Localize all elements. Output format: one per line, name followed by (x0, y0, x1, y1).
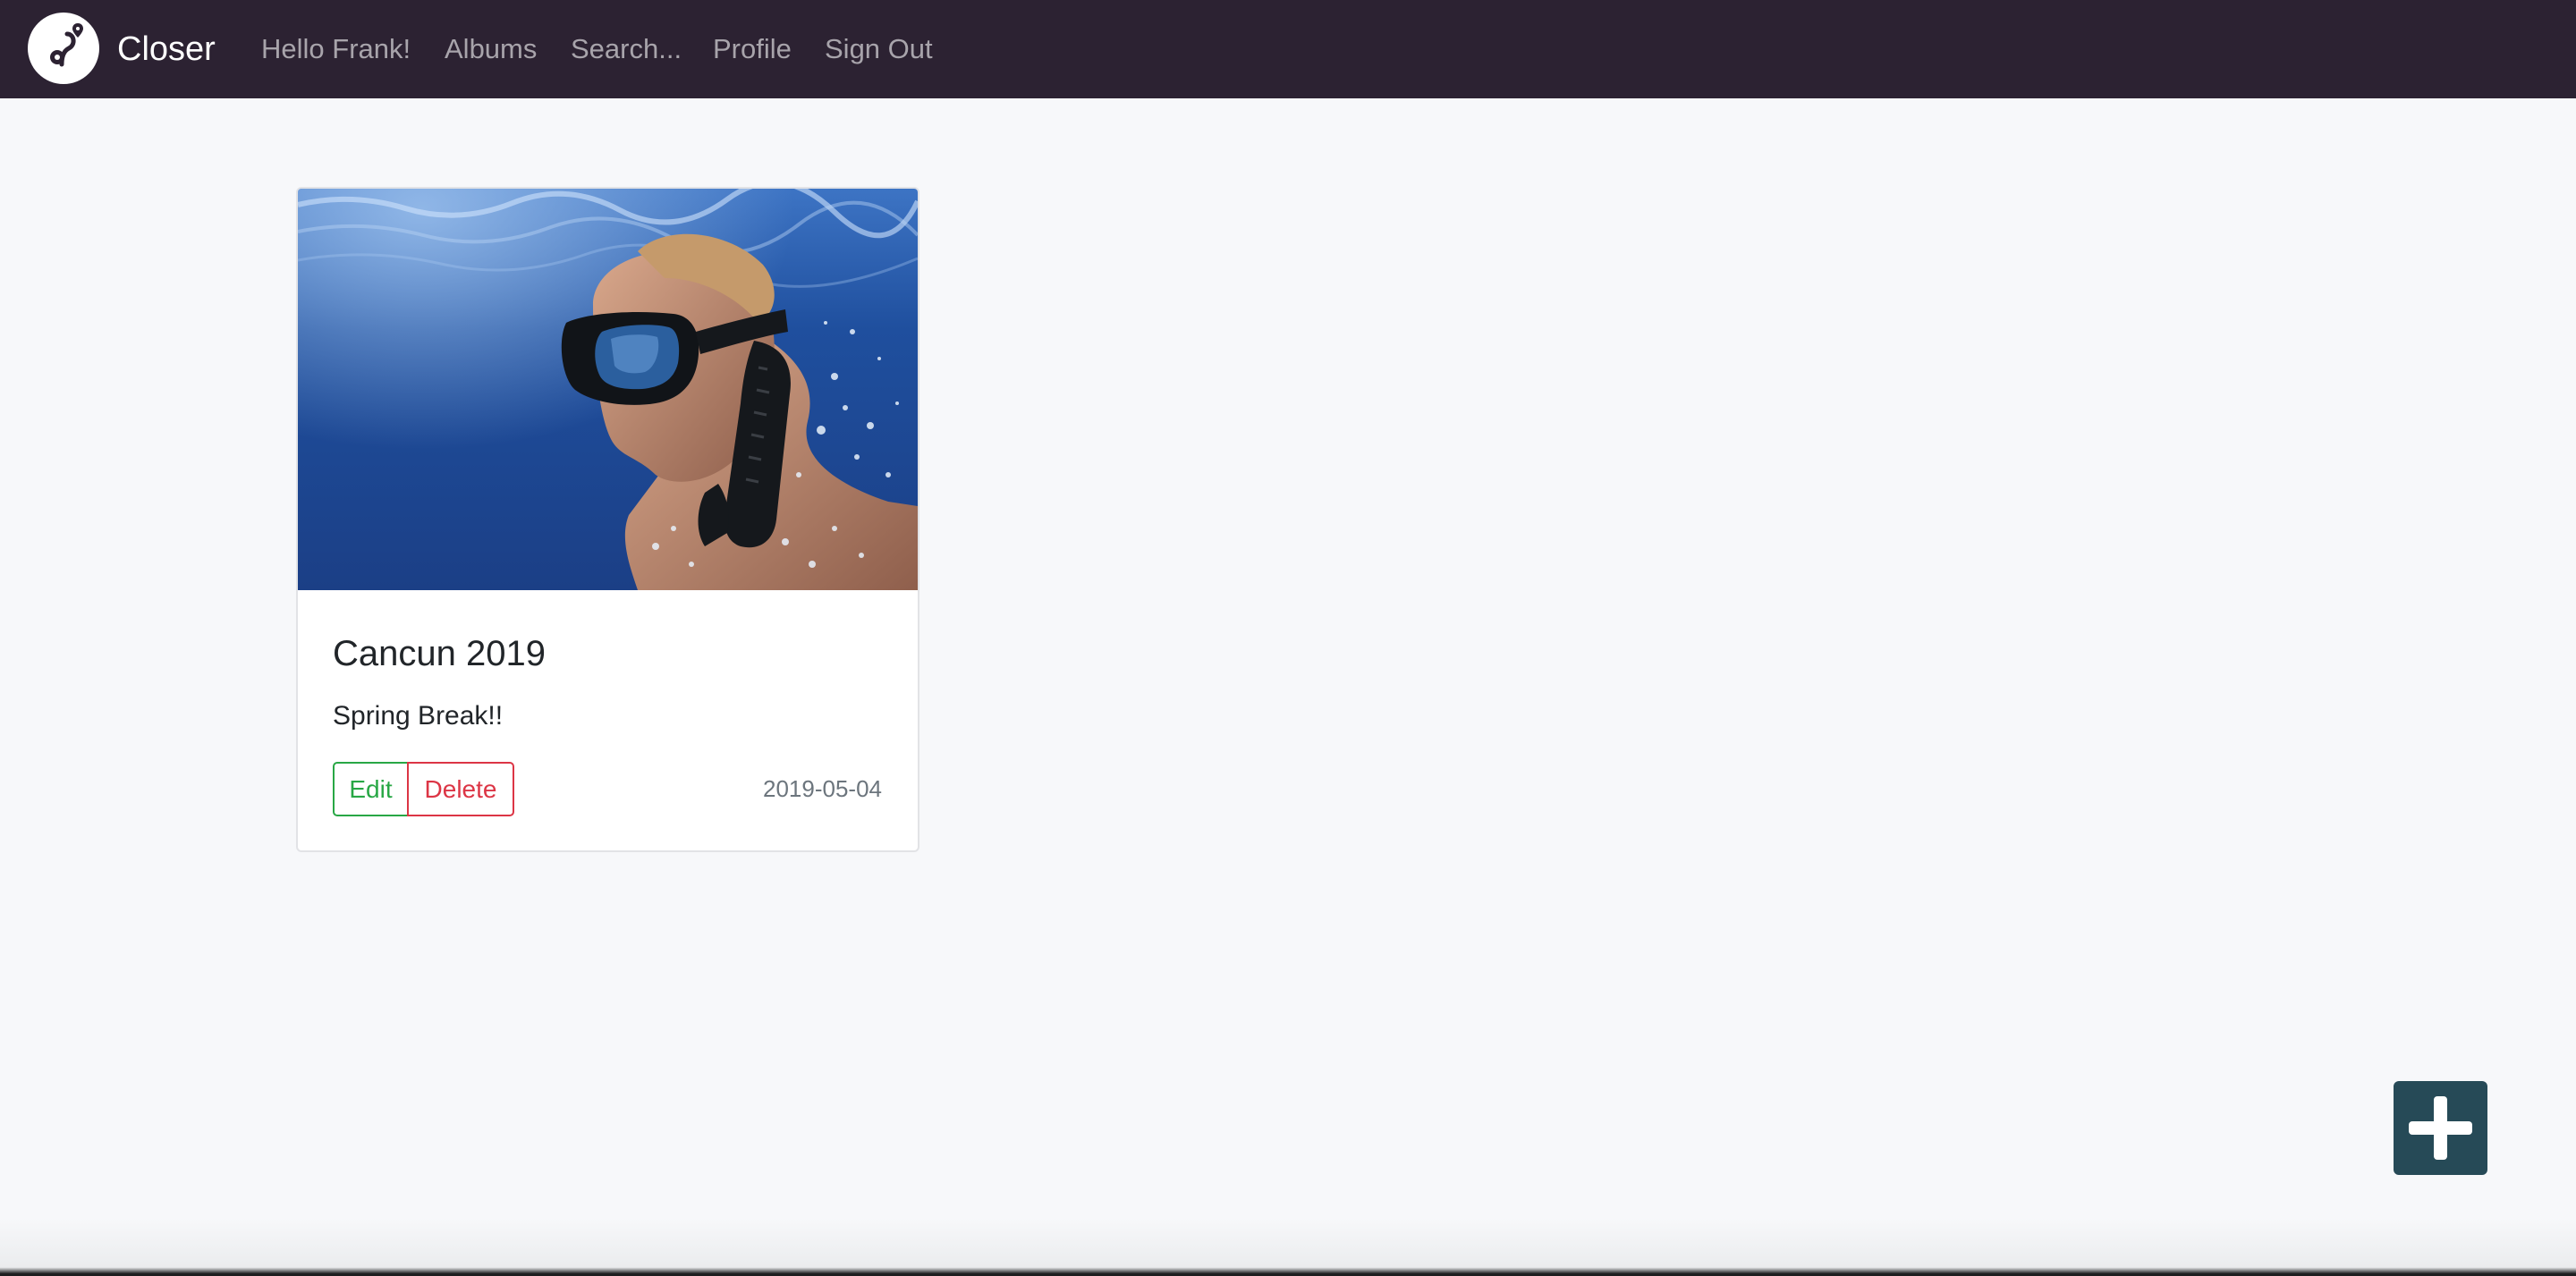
nav-link-greeting[interactable]: Hello Frank! (261, 29, 411, 70)
album-description: Spring Break!! (333, 701, 504, 731)
nav-link-profile[interactable]: Profile (713, 29, 792, 70)
top-navbar: Closer Hello Frank! Albums Search... Pro… (0, 0, 2576, 98)
closer-logo-icon[interactable] (28, 13, 99, 84)
edit-button[interactable]: Edit (333, 762, 409, 816)
album-date: 2019-05-04 (763, 775, 882, 802)
album-card: Cancun 2019 Spring Break!! Edit Delete 2… (296, 187, 919, 852)
nav-link-search[interactable]: Search... (571, 29, 682, 70)
album-cover-image[interactable] (298, 189, 918, 590)
plus-icon (2409, 1096, 2472, 1160)
add-album-button[interactable] (2394, 1081, 2487, 1175)
album-title: Cancun 2019 (333, 634, 546, 673)
delete-button[interactable]: Delete (407, 762, 514, 816)
brand-name[interactable]: Closer (117, 27, 216, 72)
nav-link-sign-out[interactable]: Sign Out (825, 29, 933, 70)
nav-link-albums[interactable]: Albums (445, 29, 537, 70)
window-bottom-edge (0, 1218, 2576, 1276)
